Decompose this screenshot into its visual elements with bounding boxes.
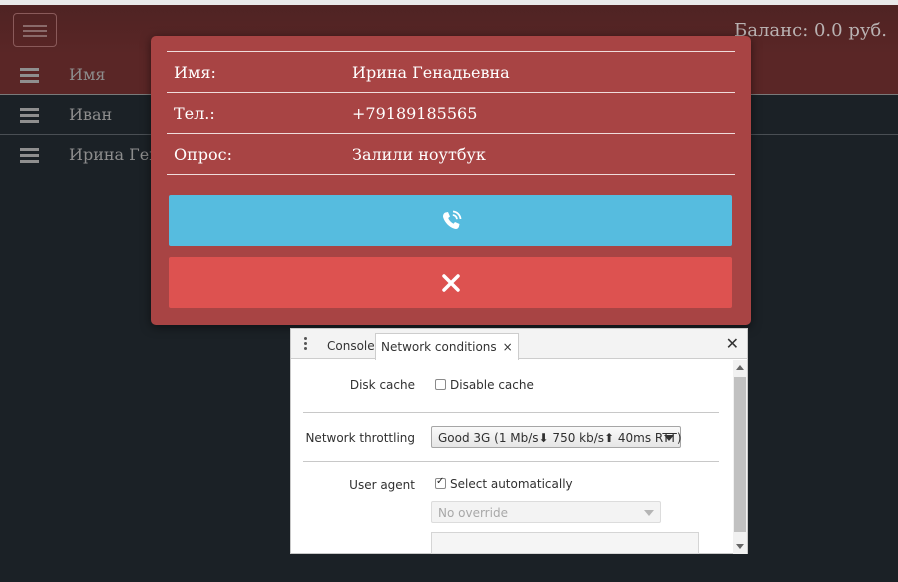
user-agent-value: No override [438,506,508,520]
phone-call-icon [442,210,461,229]
chevron-down-icon [644,510,654,516]
network-conditions-panel: Disk cache Disable cache Network throttl… [291,360,733,554]
info-row-name: Имя: Ирина Генадьевна [167,52,735,93]
info-label: Опрос: [174,145,233,164]
disable-cache-label[interactable]: Disable cache [450,378,534,392]
select-automatically-label[interactable]: Select automatically [450,477,573,491]
disable-cache-checkbox[interactable] [435,379,446,390]
divider [303,461,719,462]
network-throttling-select[interactable]: Good 3G (1 Mb/s⬇ 750 kb/s⬆ 40ms RTT) [431,426,682,448]
info-label: Имя: [174,63,216,82]
info-row-survey: Опрос: Залили ноутбук [167,134,735,175]
disk-cache-label: Disk cache [349,378,415,392]
drag-handle-icon[interactable] [20,108,39,123]
devtools-tabbar: Console Network conditions × ✕ [291,329,747,360]
scroll-down-icon[interactable] [736,544,744,549]
user-agent-textarea [431,532,699,554]
info-row-phone: Тел.: +79189185565 [167,93,735,134]
list-header-label: Имя [69,65,106,84]
tab-label: Network conditions [381,340,497,354]
contact-info-table: Имя: Ирина Генадьевна Тел.: +79189185565… [167,51,735,175]
select-automatically-checkbox[interactable] [435,476,446,489]
tab-console[interactable]: Console [322,333,380,359]
network-throttling-label: Network throttling [305,431,415,445]
close-tab-icon[interactable]: × [503,340,513,354]
close-drawer-icon[interactable]: ✕ [726,334,739,353]
chevron-down-icon [664,435,674,441]
tab-network-conditions[interactable]: Network conditions × [375,333,519,360]
contact-modal: Имя: Ирина Генадьевна Тел.: +79189185565… [151,36,751,325]
devtools-drawer: Console Network conditions × ✕ Disk cache… [290,328,748,554]
tab-label: Console [327,339,375,353]
throttling-value: Good 3G (1 Mb/s⬇ 750 kb/s⬆ 40ms RTT) [438,431,682,445]
info-value: Ирина Генадьевна [352,63,510,82]
scrollbar-thumb[interactable] [734,377,746,532]
menu-toggle-button[interactable] [13,13,57,47]
user-agent-label: User agent [349,478,415,492]
balance-label: Баланс: 0.0 руб. [733,20,887,41]
vertical-scrollbar[interactable] [733,360,747,554]
info-value: Залили ноутбук [352,145,486,164]
more-options-icon[interactable] [303,337,307,351]
close-icon [441,273,460,292]
close-button[interactable] [169,257,732,308]
user-agent-select: No override [431,501,661,523]
scroll-up-icon[interactable] [736,365,744,370]
call-button[interactable] [169,195,732,246]
drag-handle-icon[interactable] [20,68,39,83]
drag-handle-icon[interactable] [20,148,39,163]
list-item-name: Иван [69,105,113,124]
info-label: Тел.: [174,104,215,123]
info-value: +79189185565 [352,104,478,123]
divider [303,412,719,413]
